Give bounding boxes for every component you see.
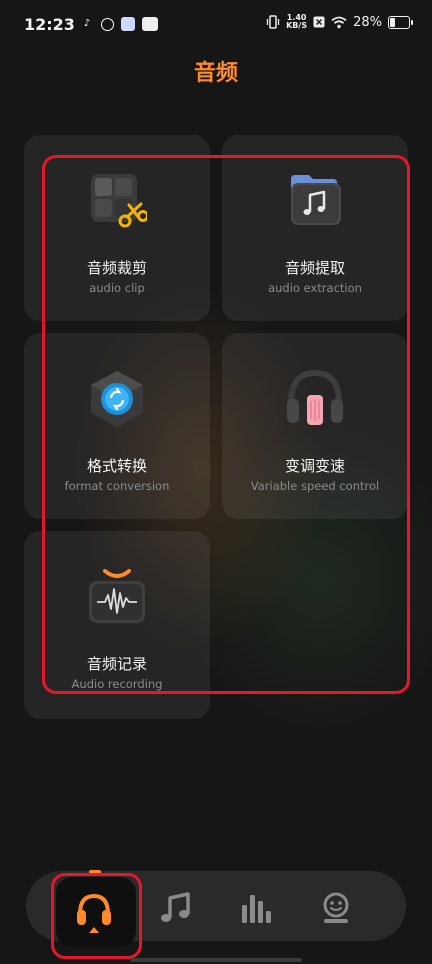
variable-speed-subtitle: Variable speed control: [250, 479, 380, 493]
audio-recording-card[interactable]: 音频记录 Audio recording: [24, 531, 210, 719]
music-note-folder-icon: [291, 175, 341, 225]
nfc-icon: [313, 16, 325, 28]
net-speed: 1.40 KB/S: [286, 14, 307, 30]
headphones-icon: [287, 369, 343, 425]
vibrate-icon: [266, 15, 280, 29]
tiktok-icon: ♪: [83, 18, 91, 29]
audio-clip-subtitle: audio clip: [89, 281, 145, 295]
wifi-icon: [331, 16, 347, 28]
waveform-icon: [89, 569, 145, 623]
battery-percent: 28%: [353, 14, 382, 30]
audio-extraction-title: 音频提取: [284, 259, 345, 277]
format-conversion-title: 格式转换: [86, 457, 147, 475]
format-conversion-subtitle: format conversion: [64, 479, 170, 493]
nav-face-icon[interactable]: [319, 891, 353, 925]
audio-extraction-subtitle: audio extraction: [268, 281, 362, 295]
audio-clip-icon: [91, 174, 147, 228]
status-time: 12:23: [24, 15, 75, 34]
audio-screen: 12:23 ♪ 1.40 KB/S 28% 音频 音频裁剪 audio clip…: [0, 0, 432, 964]
app-icon: [101, 17, 114, 31]
net-speed-unit: KB/S: [286, 21, 308, 30]
format-convert-icon: [91, 371, 143, 427]
system-status: 1.40 KB/S 28%: [266, 14, 413, 30]
audio-recording-subtitle: Audio recording: [71, 677, 163, 691]
app-icon: [142, 17, 158, 31]
audio-extraction-card[interactable]: 音频提取 audio extraction: [222, 135, 408, 321]
variable-speed-title: 变调变速: [284, 457, 345, 475]
page-title: 音频: [193, 61, 238, 86]
notification-icons: ♪: [80, 17, 158, 31]
nav-highlight-box: [51, 873, 142, 959]
battery-icon: [388, 15, 413, 29]
variable-speed-card[interactable]: 变调变速 Variable speed control: [222, 333, 408, 519]
audio-recording-title: 音频记录: [86, 655, 147, 673]
status-bar: 12:23 ♪ 1.40 KB/S 28%: [0, 0, 432, 50]
home-indicator: [130, 958, 302, 962]
audio-clip-card[interactable]: 音频裁剪 audio clip: [24, 135, 210, 321]
nav-music-note-icon[interactable]: [158, 891, 192, 925]
nav-bar-chart-icon[interactable]: [239, 891, 273, 925]
format-conversion-card[interactable]: 格式转换 format conversion: [24, 333, 210, 519]
app-icon: [121, 17, 135, 31]
audio-clip-title: 音频裁剪: [86, 259, 147, 277]
